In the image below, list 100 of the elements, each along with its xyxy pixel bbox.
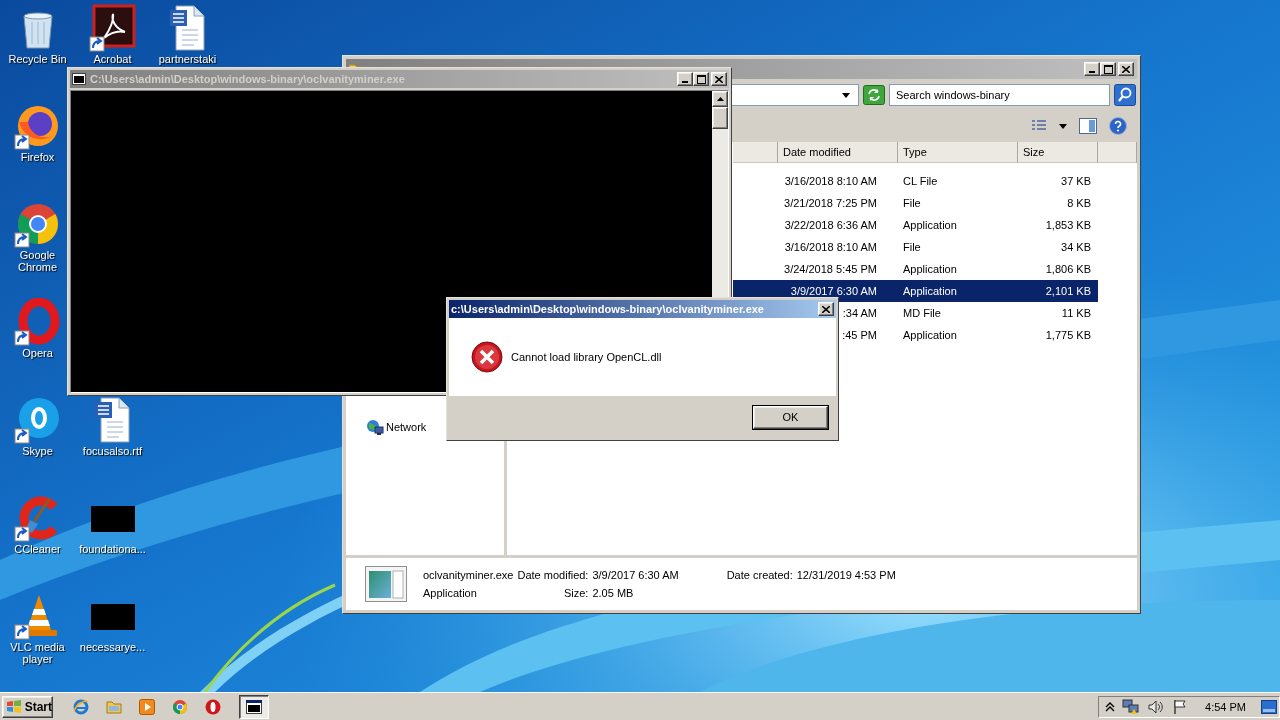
table-cell: 1,775 KB [1045, 329, 1091, 341]
column-header[interactable]: Type [898, 142, 1018, 163]
search-field[interactable]: Search windows-binary [889, 84, 1110, 106]
table-cell: 8 KB [1067, 197, 1091, 209]
start-logo-icon [6, 699, 22, 714]
icon-label: Skype [22, 445, 53, 457]
icon-label: foundationa... [79, 543, 146, 555]
dialog-title: c:\Users\admin\Desktop\windows-binary\oclvanityminer.exe [451, 303, 765, 315]
table-cell: 3/21/2018 7:25 PM [784, 197, 877, 209]
speaker-icon[interactable] [1147, 698, 1166, 715]
table-cell: 2,101 KB [1045, 285, 1091, 297]
search-button[interactable] [1114, 84, 1136, 106]
icon-label: Recycle Bin [8, 53, 67, 65]
caret-icon[interactable] [1059, 123, 1067, 129]
field-label: Date modified: [517, 569, 589, 581]
table-cell: 1,806 KB [1045, 263, 1091, 275]
column-header[interactable]: Size [1018, 142, 1098, 163]
table-cell: 3/24/2018 5:45 PM [784, 263, 877, 275]
file-row[interactable]: 3/16/2018 8:10 AM CL File 37 KB [733, 170, 1098, 192]
browser-icon[interactable] [172, 698, 188, 715]
clock[interactable]: 4:54 PM [1205, 700, 1246, 713]
icon-label: Opera [22, 347, 53, 359]
table-cell-text: Application [902, 263, 958, 275]
column-header [1098, 142, 1137, 163]
preview-pane-icon[interactable] [1079, 118, 1097, 134]
field-label: Size: [562, 587, 589, 599]
table-cell: 3/9/2017 6:30 AM [790, 285, 877, 297]
task-button[interactable] [239, 694, 269, 719]
view-options-icon[interactable] [1031, 119, 1047, 133]
table-cell: 11 KB [1061, 307, 1091, 319]
play-icon[interactable] [139, 698, 155, 715]
column-header[interactable]: Date modified [778, 142, 898, 163]
error-message: Cannot load library OpenCL.dll [511, 351, 662, 363]
console-icon [72, 73, 86, 85]
table-cell: 3/16/2018 8:10 AM [784, 175, 877, 187]
flag-icon[interactable] [1172, 698, 1189, 715]
table-cell: 3/16/2018 8:10 AM [784, 241, 877, 253]
minimize-button[interactable] [1084, 62, 1100, 76]
table-cell: 1,853 KB [1045, 219, 1091, 231]
chevron-icon[interactable] [1105, 701, 1116, 712]
help-icon[interactable] [1109, 117, 1127, 135]
caret-icon[interactable] [842, 92, 850, 98]
up-arrow-icon[interactable] [716, 97, 724, 101]
table-cell: :45 PM [842, 329, 877, 341]
file-row[interactable]: 3/21/2018 7:25 PM File 8 KB [733, 192, 1098, 214]
icon-label: Acrobat [93, 53, 132, 65]
close-button[interactable] [1118, 62, 1134, 76]
icon-label: Firefox [20, 151, 55, 163]
close-icon [822, 305, 830, 313]
field-value: 3/9/2017 6:30 AM [592, 569, 679, 581]
network-icon[interactable] [1122, 698, 1141, 715]
field-value: 2.05 MB [592, 587, 635, 599]
start-button[interactable]: Start [2, 695, 53, 718]
window-icon [246, 699, 262, 714]
icon-label: VLC media player [9, 641, 66, 665]
maximize-button[interactable] [693, 72, 709, 86]
window-title: C:\Users\admin\Desktop\windows-binary\oclvanityminer.exe [90, 73, 406, 85]
refresh-button[interactable] [863, 85, 885, 105]
field-label: Date created: [726, 569, 793, 581]
error-icon [471, 341, 503, 373]
close-icon [715, 75, 723, 83]
file-row[interactable]: 3/16/2018 8:10 AM File 34 KB [733, 236, 1098, 258]
network-icon [366, 419, 384, 435]
file-type: Application [423, 587, 478, 599]
table-cell: 3/22/2018 6:36 AM [784, 219, 877, 231]
file-row[interactable]: 3/22/2018 6:36 AM Application 1,853 KB [733, 214, 1098, 236]
maximize-button[interactable] [1100, 62, 1116, 76]
show-desktop-icon[interactable] [1261, 699, 1277, 714]
chat-icon[interactable] [13, 396, 62, 444]
ok-button[interactable]: OK [753, 405, 828, 429]
table-cell-text: MD File [902, 307, 942, 319]
table-cell-text: CL File [902, 175, 939, 187]
icon-label: Google Chrome [16, 249, 59, 273]
browser-icon[interactable] [205, 698, 221, 715]
minimize-button[interactable] [677, 72, 693, 86]
icon-label: partnerstaki [158, 53, 217, 65]
close-button[interactable] [711, 72, 727, 86]
icon-label: CCleaner [14, 543, 61, 555]
table-cell: 34 KB [1061, 241, 1091, 253]
scrollbar-thumb[interactable] [712, 107, 728, 129]
maximize-icon [696, 74, 706, 84]
application-icon [365, 566, 407, 602]
icon-label: necessarye... [79, 641, 146, 653]
field-value: 12/31/2019 4:53 PM [796, 569, 896, 581]
file-row[interactable]: 3/9/2017 6:30 AM Application 2,101 KB [733, 280, 1098, 302]
table-cell: :34 AM [842, 307, 877, 319]
table-cell-text: File [902, 241, 922, 253]
file-row[interactable]: 3/24/2018 5:45 PM Application 1,806 KB [733, 258, 1098, 280]
nav-item[interactable]: Network [366, 419, 427, 435]
close-icon [1122, 65, 1130, 73]
table-cell-text: Application [902, 285, 958, 297]
close-button[interactable] [818, 302, 834, 316]
table-cell-text: File [902, 197, 922, 209]
browser-icon[interactable] [13, 298, 62, 346]
icon-label: focusalso.rtf [82, 445, 143, 457]
maximize-icon [1103, 64, 1113, 74]
file-name: oclvanityminer.exe [423, 569, 514, 581]
table-cell-text: Application [902, 219, 958, 231]
table-cell-text: Application [902, 329, 958, 341]
table-cell: 37 KB [1061, 175, 1091, 187]
